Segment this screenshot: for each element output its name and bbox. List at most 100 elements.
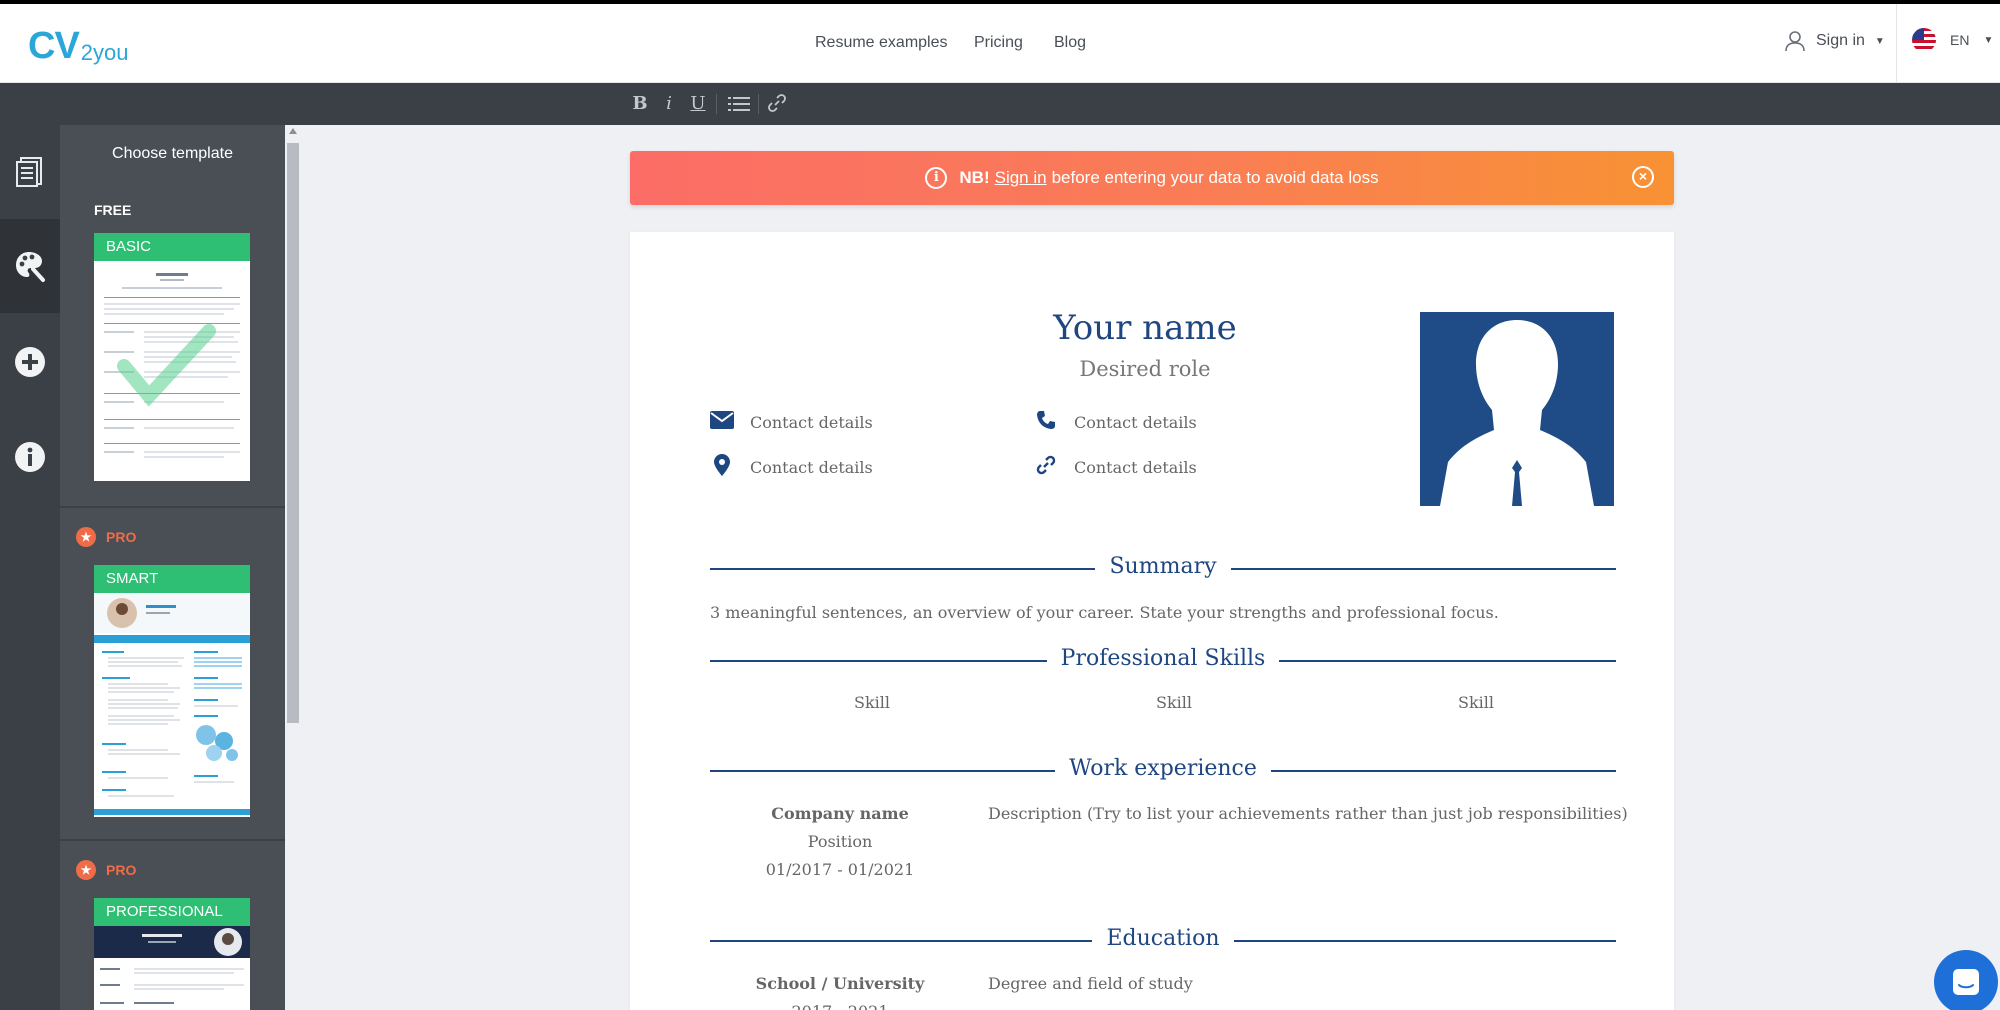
sign-in-warning-banner: i NB! Sign in before entering your data … — [630, 151, 1674, 205]
template-card-smart[interactable]: SMART — [94, 565, 250, 817]
section-label: Work experience — [1055, 756, 1271, 781]
person-silhouette-icon — [1440, 320, 1594, 506]
logo-main: CV — [28, 25, 80, 67]
logo-sub: 2you — [80, 40, 129, 65]
scrollbar-thumb[interactable] — [287, 143, 299, 723]
document-icon — [16, 157, 42, 187]
site-header: CV 2you Resume examples Pricing Blog Sig… — [0, 4, 2000, 83]
formatting-toolbar: B i U — [0, 83, 2000, 125]
close-icon[interactable]: × — [1632, 166, 1654, 188]
toolbar-divider — [758, 94, 759, 114]
resume-name[interactable]: Your name — [980, 308, 1310, 348]
toolbar-divider — [716, 94, 717, 114]
section-title-skills: Professional Skills — [710, 646, 1616, 676]
us-flag-icon — [1912, 28, 1936, 52]
sidebar-rail — [0, 125, 60, 1010]
user-icon — [1785, 31, 1805, 52]
resume-role[interactable]: Desired role — [980, 357, 1310, 381]
header-divider — [1896, 4, 1897, 83]
logo[interactable]: CV 2you — [28, 22, 129, 66]
envelope-icon — [710, 410, 734, 434]
section-label: Education — [1092, 926, 1234, 951]
section-label: Professional Skills — [1046, 646, 1280, 671]
contact-label: Contact details — [750, 412, 873, 432]
education-degree[interactable]: Degree and field of study — [988, 974, 1193, 993]
contact-label: Contact details — [750, 458, 873, 477]
language-label: EN — [1950, 32, 1970, 48]
banner-sign-in-link[interactable]: Sign in — [995, 168, 1047, 188]
section-title-work: Work experience — [710, 756, 1616, 786]
work-description[interactable]: Description (Try to list your achievemen… — [988, 804, 1628, 823]
work-position[interactable]: Position — [740, 832, 940, 851]
info-icon — [15, 442, 45, 472]
contact-location[interactable]: Contact details — [710, 454, 873, 481]
nav-pricing[interactable]: Pricing — [974, 34, 1023, 52]
sign-in-label: Sign in — [1816, 32, 1865, 49]
nav-resume-examples[interactable]: Resume examples — [815, 34, 948, 52]
template-preview — [94, 926, 250, 1004]
template-panel: Choose template FREE BASIC ★ PRO SMART ★… — [60, 125, 285, 1010]
summary-text[interactable]: 3 meaningful sentences, an overview of y… — [710, 603, 1499, 622]
section-title-education: Education — [710, 926, 1616, 956]
pro-label: ★ PRO — [76, 860, 136, 880]
contact-phone[interactable]: Contact details — [1034, 410, 1197, 435]
chat-widget-button[interactable] — [1934, 950, 1998, 1010]
plus-circle-icon — [15, 347, 45, 377]
pro-label-text: PRO — [106, 529, 137, 545]
rail-item-add-section[interactable] — [0, 315, 60, 409]
rail-item-info[interactable] — [0, 410, 60, 504]
pro-label: ★ PRO — [76, 527, 136, 547]
profile-photo-placeholder[interactable] — [1420, 312, 1614, 506]
list-icon — [728, 97, 750, 111]
map-pin-icon — [710, 454, 734, 481]
star-icon: ★ — [76, 527, 96, 547]
template-preview — [104, 273, 240, 458]
work-company[interactable]: Company name — [740, 804, 940, 823]
section-label: Summary — [1095, 554, 1231, 579]
underline-button[interactable]: U — [687, 92, 709, 116]
scroll-up-arrow[interactable] — [289, 128, 297, 134]
education-school[interactable]: School / University — [740, 974, 940, 993]
template-card-professional[interactable]: PROFESSIONAL — [94, 898, 250, 1010]
rail-item-design[interactable] — [0, 219, 60, 313]
resume-document: Your name Desired role Contact details C… — [630, 232, 1674, 1010]
template-preview — [94, 593, 250, 815]
section-title-summary: Summary — [710, 554, 1616, 584]
chevron-down-icon: ▼ — [1874, 35, 1885, 47]
link-icon — [1034, 454, 1058, 481]
contact-link[interactable]: Contact details — [1034, 454, 1197, 481]
list-button[interactable] — [726, 92, 752, 116]
pro-label-text: PRO — [106, 862, 137, 878]
free-label: FREE — [94, 202, 132, 218]
banner-prefix: NB! — [959, 168, 990, 187]
education-dates[interactable]: 2017 - 2021 — [740, 1002, 940, 1010]
banner-text: before entering your data to avoid data … — [1051, 168, 1379, 187]
template-name: SMART — [94, 565, 250, 593]
chat-icon — [1953, 969, 1979, 995]
phone-icon — [1034, 410, 1058, 435]
nav-blog[interactable]: Blog — [1054, 34, 1086, 52]
panel-divider — [60, 839, 285, 841]
italic-button[interactable]: i — [658, 92, 680, 116]
contact-label: Contact details — [1074, 458, 1197, 477]
template-panel-title: Choose template — [112, 145, 233, 162]
link-button[interactable] — [766, 92, 788, 116]
star-icon: ★ — [76, 860, 96, 880]
sign-in-menu[interactable]: Sign in ▼ — [1784, 30, 1885, 52]
skill-item[interactable]: Skill — [854, 693, 890, 712]
rail-item-content[interactable] — [0, 125, 60, 219]
template-name: BASIC — [94, 233, 250, 261]
template-card-basic[interactable]: BASIC — [94, 233, 250, 481]
language-selector[interactable]: EN ▼ — [1912, 28, 1993, 52]
work-dates[interactable]: 01/2017 - 01/2021 — [740, 860, 940, 879]
panel-divider — [60, 506, 285, 508]
bold-button[interactable]: B — [629, 92, 651, 116]
skill-item[interactable]: Skill — [1458, 693, 1494, 712]
contact-email[interactable]: Contact details — [710, 410, 873, 434]
skill-item[interactable]: Skill — [1156, 693, 1192, 712]
palette-icon — [16, 252, 45, 282]
contact-label: Contact details — [1074, 413, 1197, 432]
chevron-down-icon: ▼ — [1983, 34, 1994, 46]
template-name: PROFESSIONAL — [94, 898, 250, 926]
link-icon — [768, 94, 786, 112]
